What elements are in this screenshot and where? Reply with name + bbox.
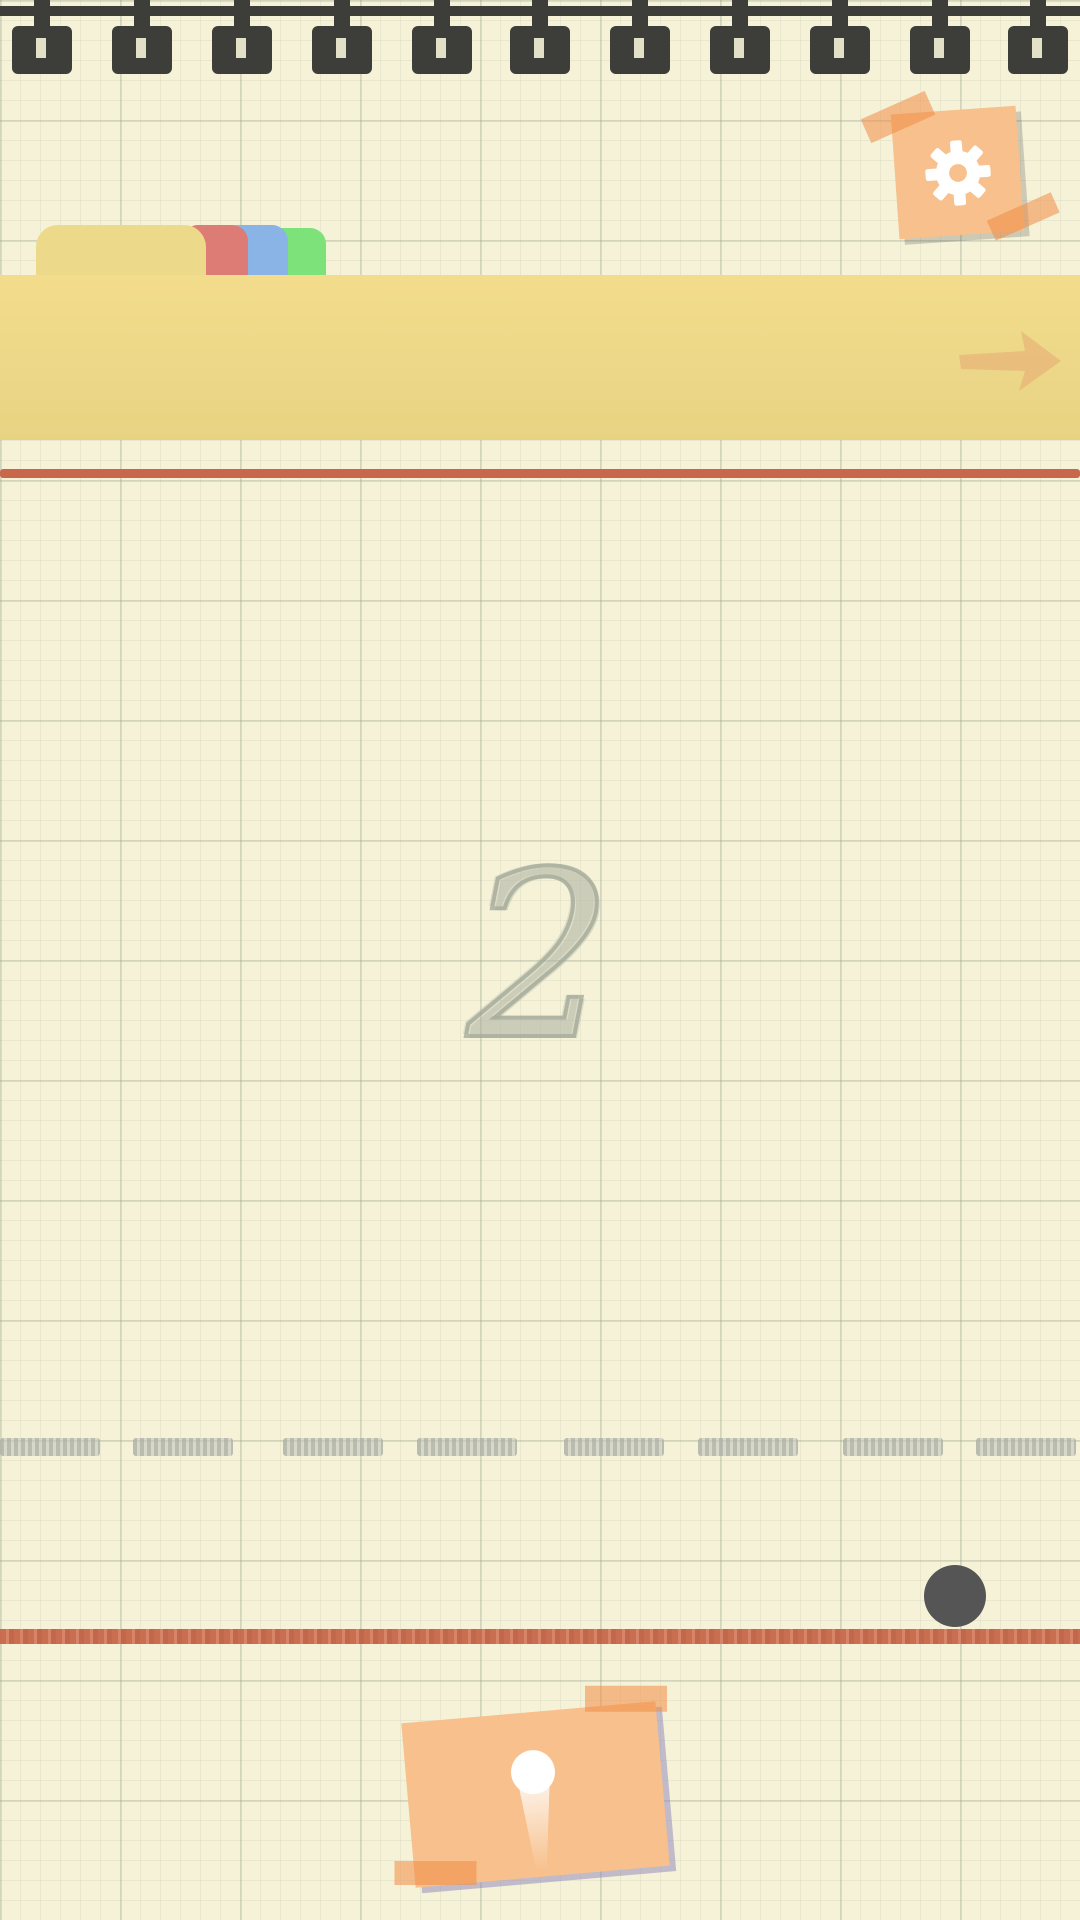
top-boundary-line bbox=[0, 469, 1080, 478]
binding-ring bbox=[212, 0, 272, 74]
binding-ring bbox=[710, 0, 770, 74]
ball bbox=[924, 1565, 986, 1627]
settings-button[interactable] bbox=[860, 90, 1060, 241]
gear-icon bbox=[924, 139, 991, 206]
level-banner bbox=[0, 275, 1080, 440]
dash-segment bbox=[698, 1438, 798, 1456]
binding-ring bbox=[910, 0, 970, 74]
binding-ring bbox=[112, 0, 172, 74]
binding-ring bbox=[810, 0, 870, 74]
dash-segment bbox=[283, 1438, 383, 1456]
dash-segment bbox=[976, 1438, 1076, 1456]
binding-ring bbox=[12, 0, 72, 74]
tape bbox=[394, 1861, 477, 1886]
bottom-boundary-line bbox=[0, 1629, 1080, 1644]
binding-ring bbox=[610, 0, 670, 74]
spiral-binding bbox=[0, 0, 1080, 80]
dash-segment bbox=[0, 1438, 100, 1456]
binding-ring bbox=[412, 0, 472, 74]
arrow-right-icon[interactable] bbox=[955, 325, 1065, 395]
dashed-guide-line bbox=[0, 1438, 1080, 1456]
tape bbox=[986, 192, 1060, 241]
tab-yellow[interactable] bbox=[36, 225, 206, 277]
dash-segment bbox=[843, 1438, 943, 1456]
binding-ring bbox=[510, 0, 570, 74]
tape bbox=[584, 1685, 667, 1712]
dash-segment bbox=[564, 1438, 664, 1456]
launch-pad[interactable] bbox=[394, 1685, 670, 1888]
launch-ball bbox=[509, 1748, 557, 1796]
binding-ring bbox=[1008, 0, 1068, 74]
tape bbox=[860, 90, 936, 144]
dash-segment bbox=[133, 1438, 233, 1456]
dash-segment bbox=[417, 1438, 517, 1456]
binding-ring bbox=[312, 0, 372, 74]
countdown-number: 2 bbox=[465, 824, 615, 1091]
